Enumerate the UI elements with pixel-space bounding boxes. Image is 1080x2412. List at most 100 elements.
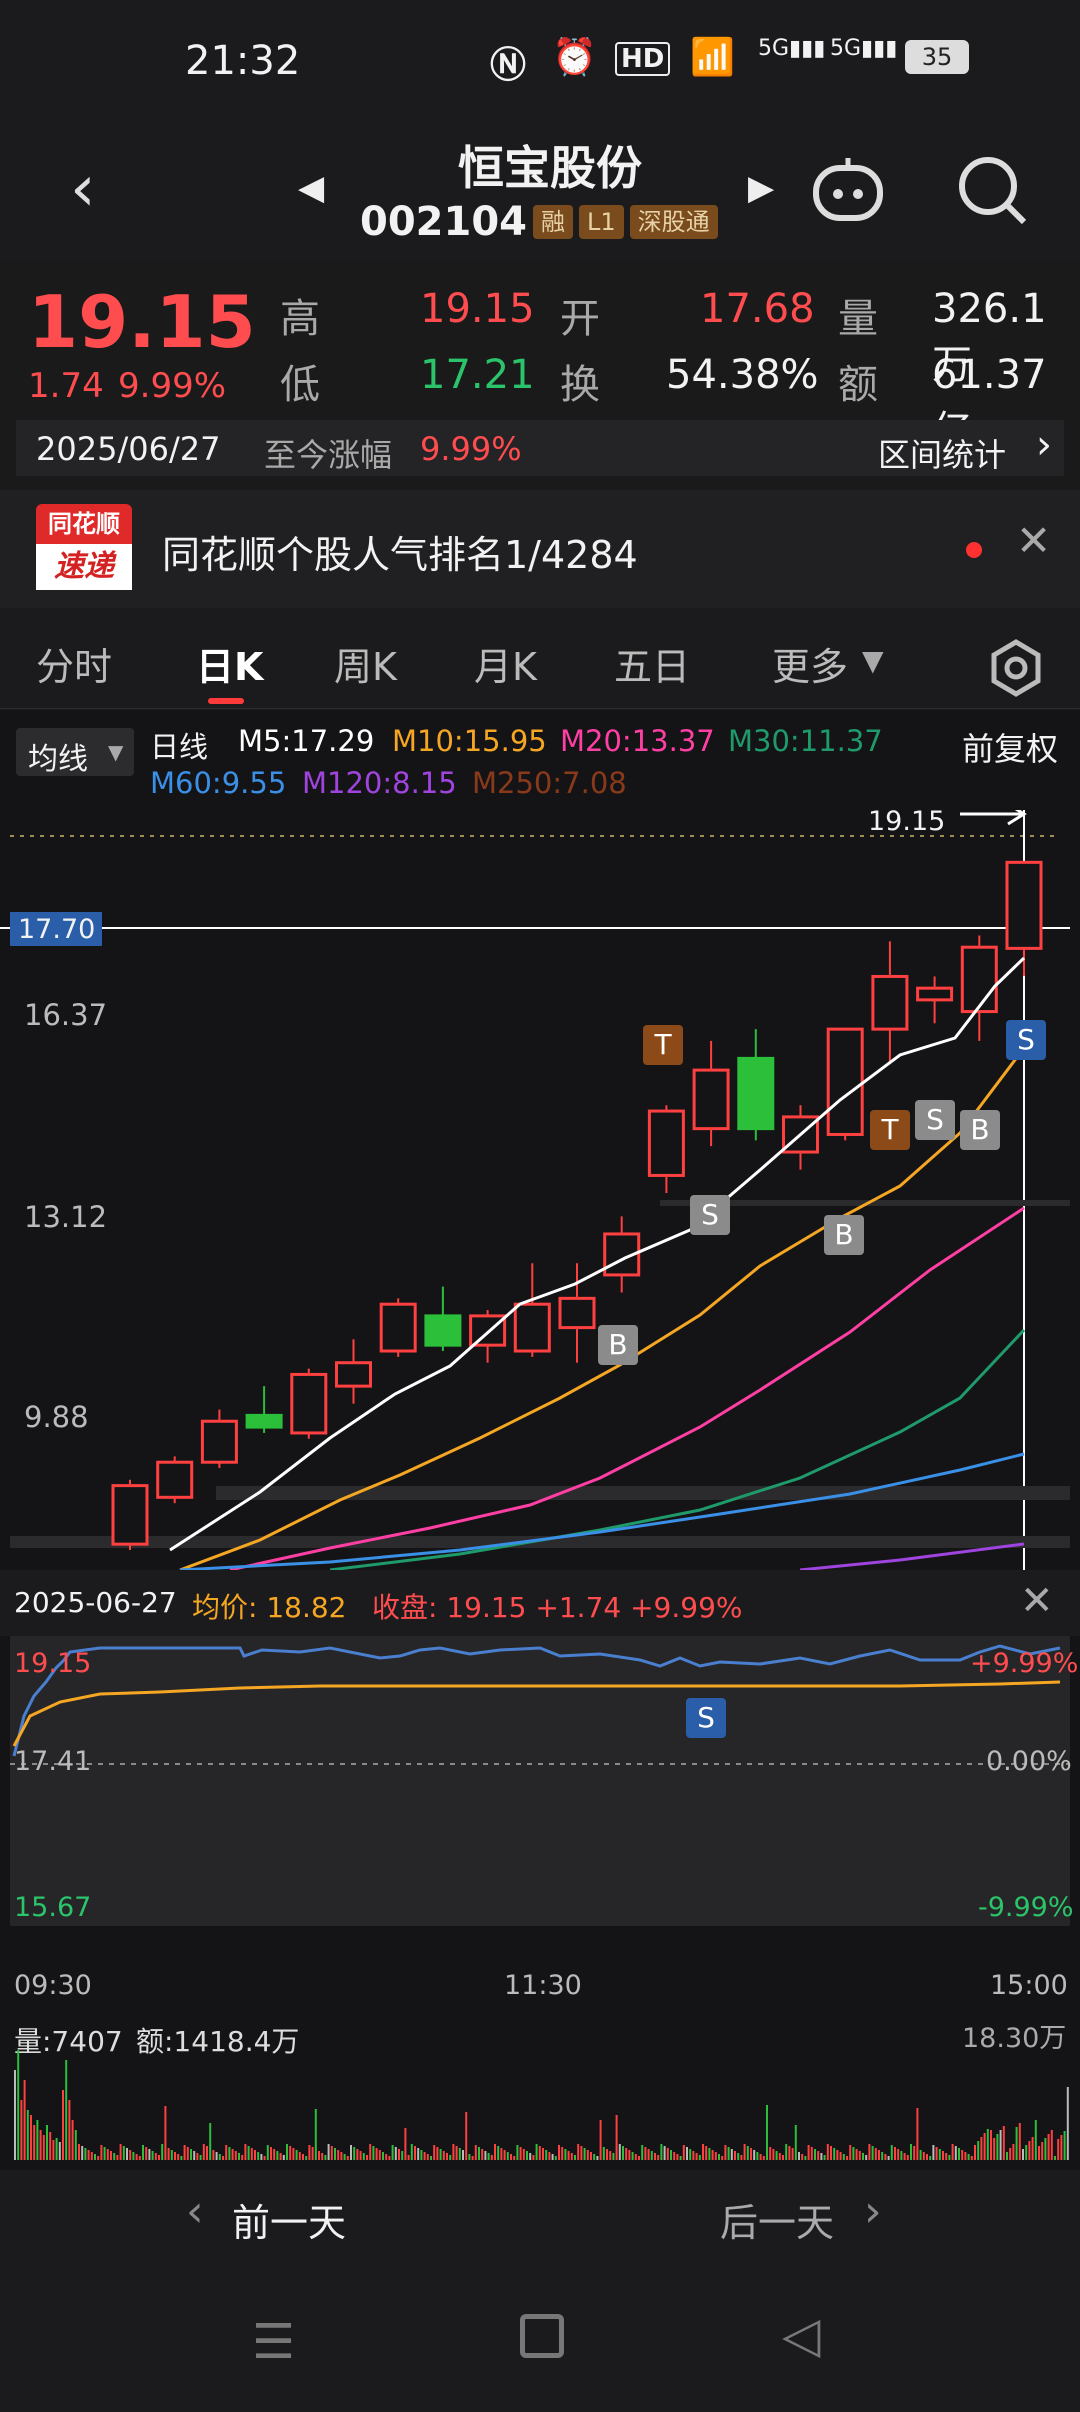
volume-bar [311, 2147, 314, 2160]
volume-bar [39, 2130, 42, 2160]
volume-bar [1009, 2148, 1012, 2160]
avg-price-line [12, 1680, 1061, 1747]
volume-bar [596, 2156, 599, 2160]
volume-bar [756, 2152, 759, 2160]
prev-stock-icon[interactable]: ◀ [298, 168, 324, 208]
tab-weekly-k[interactable]: 周K [334, 636, 397, 691]
volume-bar [334, 2148, 336, 2160]
since-value: 9.99% [420, 430, 522, 468]
hd-icon: HD [615, 42, 671, 76]
candle-body [916, 986, 954, 1002]
volume-bar [778, 2153, 781, 2160]
volume-bar [625, 2148, 628, 2160]
menu-icon[interactable]: ☰ [252, 2314, 295, 2370]
open-label: 开 [560, 296, 600, 342]
signal-t-marker[interactable]: T [643, 1025, 683, 1065]
price-change: 1.74 [28, 366, 104, 406]
volume-bar [897, 2149, 900, 2160]
signal-s-marker-3[interactable]: S [1006, 1020, 1046, 1060]
volume-bar [810, 2147, 813, 2160]
signal-b-marker-2[interactable]: B [824, 1215, 864, 1255]
signal-b-marker[interactable]: B [598, 1325, 638, 1365]
volume-bar [794, 2125, 797, 2160]
tab-five-day[interactable]: 五日 [614, 636, 690, 691]
tab-more[interactable]: 更多 [772, 636, 848, 691]
next-day-button[interactable]: 后一天 [720, 2192, 834, 2247]
home-icon[interactable] [520, 2314, 564, 2358]
volume-bar [807, 2145, 810, 2160]
volume-bar [382, 2152, 384, 2160]
signal-b-marker-3[interactable]: B [960, 1110, 1000, 1150]
tab-daily-k[interactable]: 日K [196, 636, 263, 691]
volume-bar [1044, 2138, 1047, 2160]
intraday-svg [10, 1644, 1070, 1765]
volume-bar [250, 2148, 253, 2160]
volume-bar [225, 2145, 228, 2160]
ma-selector[interactable]: 均线 ▼ [16, 728, 134, 777]
news-banner[interactable]: 同花顺 速递 同花顺个股人气排名1/4284 ✕ [0, 490, 1080, 608]
volume-bar [190, 2149, 192, 2160]
volume-bar [641, 2145, 644, 2160]
robot-assistant-icon[interactable] [808, 150, 888, 230]
y-right-mid: 0.00% [986, 1746, 1072, 1777]
system-navigation: ☰ ◁ [0, 2260, 1080, 2412]
candle-body [245, 1413, 283, 1429]
settings-icon[interactable] [986, 638, 1046, 698]
y-left-bottom: 15.67 [14, 1892, 92, 1923]
close-panel-icon[interactable]: ✕ [1020, 1578, 1054, 1624]
back-icon[interactable]: ‹ [70, 152, 96, 226]
volume-label: 量 [838, 296, 878, 342]
volume-bar [110, 2151, 112, 2160]
volume-bar [343, 2154, 346, 2160]
volume-bar [622, 2146, 624, 2160]
volume-bar [567, 2151, 570, 2160]
next-stock-icon[interactable]: ▶ [748, 168, 774, 208]
kline-svg [0, 810, 1070, 1570]
volume-bar [1022, 2149, 1024, 2160]
grid-band-3 [10, 1536, 1070, 1548]
volume-bar [458, 2148, 461, 2160]
volume-bar [1002, 2126, 1005, 2160]
volume-bar [650, 2151, 653, 2160]
kline-chart[interactable]: 17.70 16.37 13.12 9.88 19.15 T S B B T S… [0, 806, 1080, 1570]
volume-bar [167, 2148, 170, 2160]
low-label: 低 [280, 362, 320, 408]
tab-monthly-k[interactable]: 月K [474, 636, 537, 691]
signal-s-marker[interactable]: S [690, 1195, 730, 1235]
turnover-value: 54.38% [666, 352, 819, 398]
close-icon[interactable]: ✕ [1016, 516, 1051, 565]
turnover-label: 换 [560, 362, 600, 408]
chart-tabs: 分时 日K 周K 月K 五日 更多 ▼ [0, 608, 1080, 709]
volume-bar [474, 2145, 477, 2160]
volume-bar [33, 2125, 36, 2160]
volume-bar [961, 2150, 964, 2160]
back-nav-icon[interactable]: ◁ [782, 2306, 820, 2364]
restore-right-option[interactable]: 前复权 [962, 724, 1058, 770]
volume-bar [814, 2149, 816, 2160]
signal-t-marker-2[interactable]: T [870, 1110, 910, 1150]
prev-day-button[interactable]: 前一天 [232, 2192, 346, 2247]
volume-bar [574, 2155, 576, 2160]
volume-bar [378, 2150, 381, 2160]
volume-bar [353, 2147, 356, 2160]
signal-s-marker-2[interactable]: S [915, 1100, 955, 1140]
volume-bar [270, 2147, 272, 2160]
volume-bar [714, 2152, 717, 2160]
dropdown-icon: ▼ [108, 740, 124, 764]
signal-5g-icon: 5G▮▮▮ [758, 36, 826, 61]
volume-bar [718, 2154, 720, 2160]
volume-bar [679, 2156, 682, 2160]
quote-date: 2025/06/27 [36, 430, 221, 468]
volume-bar [842, 2154, 845, 2160]
volume-bar [583, 2148, 586, 2160]
volume-bar [129, 2150, 132, 2160]
interval-stats-link[interactable]: 区间统计 [878, 430, 1006, 476]
volume-bar [52, 2140, 55, 2160]
volume-bar [1034, 2120, 1037, 2160]
search-icon[interactable] [952, 150, 1032, 230]
volume-bar [394, 2147, 397, 2160]
tab-intraday[interactable]: 分时 [36, 636, 112, 691]
volume-bar [151, 2151, 154, 2160]
volume-bar [193, 2151, 196, 2160]
intraday-sell-marker[interactable]: S [686, 1698, 726, 1738]
